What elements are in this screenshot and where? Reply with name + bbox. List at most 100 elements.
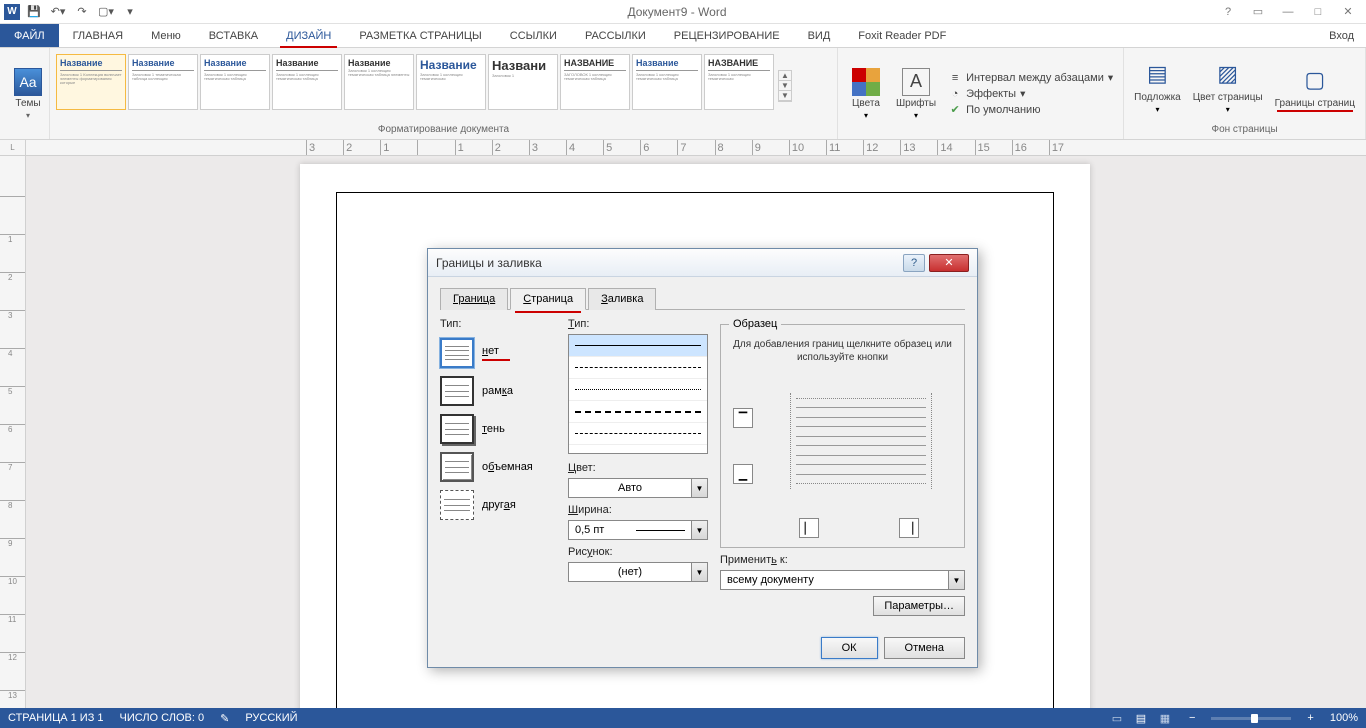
- qat-save-icon[interactable]: 💾: [24, 2, 44, 22]
- edge-top-button[interactable]: ▔: [733, 408, 753, 428]
- edge-right-button[interactable]: ▕: [899, 518, 919, 538]
- page-borders-icon: ▢: [1299, 64, 1331, 96]
- art-combo[interactable]: (нет)▼: [568, 562, 708, 582]
- set-default-button[interactable]: ✔По умолчанию: [948, 103, 1113, 117]
- zoom-level[interactable]: 100%: [1330, 712, 1358, 724]
- statusbar: СТРАНИЦА 1 ИЗ 1 ЧИСЛО СЛОВ: 0 ✎ РУССКИЙ …: [0, 708, 1366, 728]
- zoom-in-icon[interactable]: +: [1307, 712, 1313, 724]
- edge-left-button[interactable]: ▏: [799, 518, 819, 538]
- window-title: Документ9 - Word: [140, 5, 1214, 19]
- login-link[interactable]: Вход: [1317, 24, 1366, 47]
- colors-icon: [852, 68, 880, 96]
- qat-new-icon[interactable]: ▢▾: [96, 2, 116, 22]
- tab-layout[interactable]: РАЗМЕТКА СТРАНИЦЫ: [345, 24, 495, 47]
- gallery-scroll[interactable]: ▲▼▼: [778, 70, 792, 102]
- apply-to-combo[interactable]: всему документу▼: [720, 570, 965, 590]
- watermark-button[interactable]: ▤ Подложка▾: [1130, 54, 1185, 118]
- border-type-custom[interactable]: другая: [440, 486, 556, 524]
- help-icon[interactable]: ?: [1214, 2, 1242, 22]
- effects-button[interactable]: ◔Эффекты ▾: [948, 87, 1113, 101]
- tab-insert[interactable]: ВСТАВКА: [195, 24, 272, 47]
- color-combo[interactable]: Авто▼: [568, 478, 708, 498]
- borders-shading-dialog: Границы и заливка ? ✕ Граница Страница З…: [427, 248, 978, 668]
- style-thumb[interactable]: НазваниеЗаголовок 1 тематическая таблица…: [128, 54, 198, 110]
- tab-home[interactable]: ГЛАВНАЯ: [59, 24, 137, 47]
- edge-bottom-button[interactable]: ▁: [733, 464, 753, 484]
- close-window-icon[interactable]: ✕: [1334, 2, 1362, 22]
- cancel-button[interactable]: Отмена: [884, 637, 965, 659]
- page-color-button[interactable]: ▨ Цвет страницы▾: [1189, 54, 1267, 118]
- tab-shading[interactable]: Заливка: [588, 288, 656, 310]
- effects-icon: ◔: [948, 87, 962, 101]
- sample-box: Образец Для добавления границ щелкните о…: [720, 318, 965, 548]
- border-type-3d[interactable]: объемная: [440, 448, 556, 486]
- fonts-icon: A: [902, 68, 930, 96]
- themes-button[interactable]: Aa Темы ▾: [6, 64, 50, 124]
- dropdown-icon: ▼: [691, 521, 707, 539]
- zoom-out-icon[interactable]: −: [1189, 712, 1195, 724]
- qat-redo-icon[interactable]: ↷: [72, 2, 92, 22]
- tab-view[interactable]: ВИД: [794, 24, 845, 47]
- minimize-icon[interactable]: —: [1274, 2, 1302, 22]
- style-thumb[interactable]: НазваниЗаголовок 1: [488, 54, 558, 110]
- color-label: Цвет:: [568, 462, 708, 474]
- ribbon: Aa Темы ▾ НазваниеЗаголовок 1 Коллекция …: [0, 48, 1366, 140]
- tab-page-border[interactable]: Страница: [510, 288, 586, 310]
- zoom-slider[interactable]: [1211, 717, 1291, 720]
- style-thumb[interactable]: НАЗВАНИЕЗАГОЛОВОК 1 коллекция тематическ…: [560, 54, 630, 110]
- style-thumb[interactable]: НазваниеЗаголовок 1 коллекция тематическ…: [344, 54, 414, 110]
- style-thumb[interactable]: НазваниеЗаголовок 1 коллекция тематическ…: [632, 54, 702, 110]
- qat-undo-icon[interactable]: ↶▾: [48, 2, 68, 22]
- dialog-titlebar[interactable]: Границы и заливка ? ✕: [428, 249, 977, 277]
- page-borders-button[interactable]: ▢ Границы страниц: [1271, 60, 1359, 113]
- sample-preview[interactable]: [796, 398, 926, 484]
- fonts-button[interactable]: A Шрифты▾: [892, 64, 940, 124]
- page-color-icon: ▨: [1212, 58, 1244, 90]
- tab-mailings[interactable]: РАССЫЛКИ: [571, 24, 660, 47]
- ok-button[interactable]: ОК: [821, 637, 878, 659]
- tab-review[interactable]: РЕЦЕНЗИРОВАНИЕ: [660, 24, 794, 47]
- border-type-box[interactable]: рамка: [440, 372, 556, 410]
- watermark-icon: ▤: [1141, 58, 1173, 90]
- colors-button[interactable]: Цвета▾: [844, 64, 888, 124]
- dialog-close-icon[interactable]: ✕: [929, 254, 969, 272]
- tab-references[interactable]: ССЫЛКИ: [496, 24, 571, 47]
- options-button[interactable]: Параметры…: [873, 596, 965, 616]
- style-thumb[interactable]: НазваниеЗаголовок 1 коллекция тематическ…: [416, 54, 486, 110]
- style-gallery[interactable]: НазваниеЗаголовок 1 Коллекция включает э…: [56, 54, 774, 118]
- tab-border[interactable]: Граница: [440, 288, 508, 310]
- ruler-corner[interactable]: L: [0, 140, 26, 156]
- read-mode-icon[interactable]: ▭: [1109, 711, 1125, 725]
- check-icon: ✔: [948, 103, 962, 117]
- print-layout-icon[interactable]: ▤: [1133, 711, 1149, 725]
- tab-design[interactable]: ДИЗАЙН: [272, 24, 345, 47]
- tab-file[interactable]: ФАЙЛ: [0, 24, 59, 47]
- style-thumb[interactable]: НАЗВАНИЕЗаголовок 1 коллекция тематическ…: [704, 54, 774, 110]
- line-style-list[interactable]: [568, 334, 708, 454]
- horizontal-ruler[interactable]: 3211234567891011121314151617: [26, 140, 1366, 156]
- proofing-icon[interactable]: ✎: [220, 712, 229, 725]
- ribbon-tabs: ФАЙЛ ГЛАВНАЯ Меню ВСТАВКА ДИЗАЙН РАЗМЕТК…: [0, 24, 1366, 48]
- border-type-none[interactable]: нет: [440, 334, 556, 372]
- word-app-icon: W: [4, 4, 20, 20]
- web-layout-icon[interactable]: ▦: [1157, 711, 1173, 725]
- tab-menu[interactable]: Меню: [137, 24, 195, 47]
- word-count[interactable]: ЧИСЛО СЛОВ: 0: [120, 712, 205, 724]
- maximize-icon[interactable]: □: [1304, 2, 1332, 22]
- paragraph-spacing-button[interactable]: ≡Интервал между абзацами ▾: [948, 71, 1113, 85]
- style-label: Тип:: [568, 318, 708, 330]
- tab-foxit[interactable]: Foxit Reader PDF: [844, 24, 960, 47]
- style-thumb[interactable]: НазваниеЗаголовок 1 Коллекция включает э…: [56, 54, 126, 110]
- themes-icon: Aa: [14, 68, 42, 96]
- border-type-shadow[interactable]: тень: [440, 410, 556, 448]
- dialog-help-icon[interactable]: ?: [903, 254, 925, 272]
- ribbon-options-icon[interactable]: ▭: [1244, 2, 1272, 22]
- vertical-ruler[interactable]: 1234567891011121314: [0, 156, 26, 708]
- language-status[interactable]: РУССКИЙ: [245, 712, 297, 724]
- page-status[interactable]: СТРАНИЦА 1 ИЗ 1: [8, 712, 104, 724]
- style-thumb[interactable]: НазваниеЗаголовок 1 коллекция тематическ…: [200, 54, 270, 110]
- style-thumb[interactable]: НазваниеЗаголовок 1 коллекция тематическ…: [272, 54, 342, 110]
- qat-customize-icon[interactable]: ▾: [120, 2, 140, 22]
- width-combo[interactable]: 0,5 пт▼: [568, 520, 708, 540]
- dropdown-icon: ▼: [691, 563, 707, 581]
